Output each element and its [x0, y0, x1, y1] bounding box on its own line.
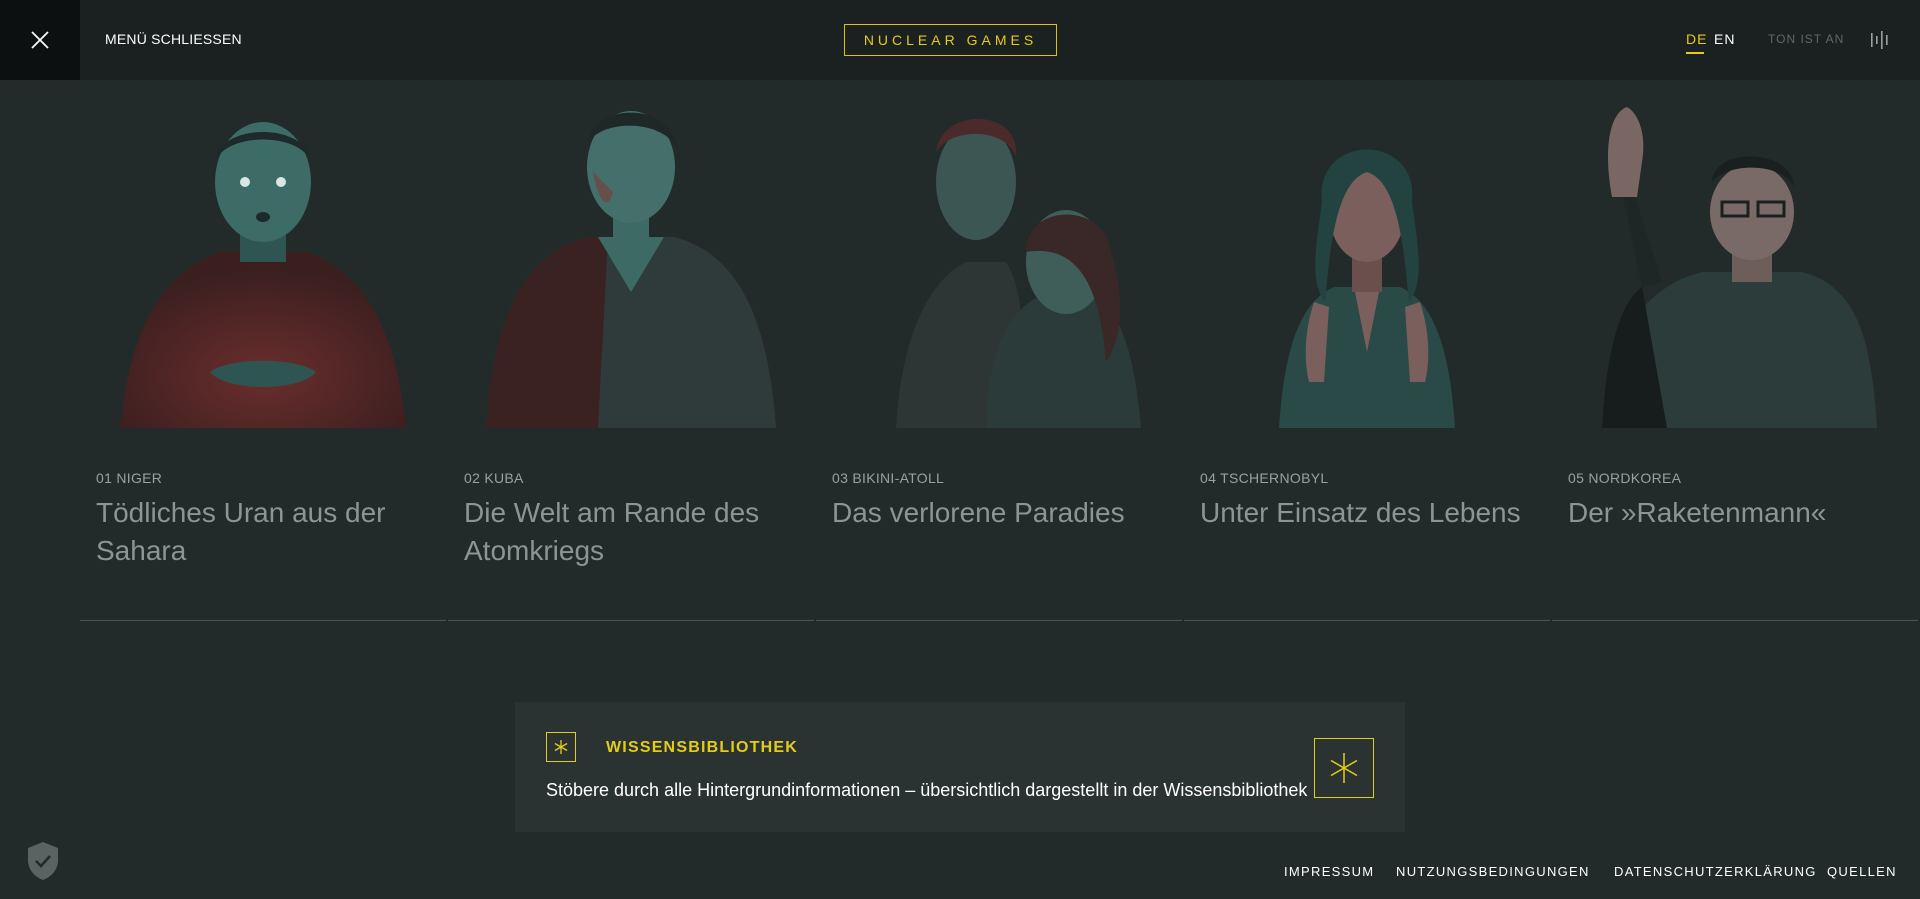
- chapter-number: 05 NORDKOREA: [1568, 470, 1682, 486]
- chapter-card-nordkorea[interactable]: 05 NORDKOREA Der »Raketenmann«: [1552, 80, 1918, 621]
- sound-bars-icon[interactable]: [1870, 31, 1890, 49]
- chapter-portrait-kuba: [486, 111, 776, 428]
- chapter-number: 03 BIKINI-ATOLL: [832, 470, 945, 486]
- footer-link-datenschutz[interactable]: DATENSCHUTZERKLÄRUNG: [1614, 864, 1817, 879]
- chapter-list: 01 NIGER Tödliches Uran aus der Sahara 0…: [80, 80, 1920, 621]
- knowledge-library-card[interactable]: WISSENSBIBLIOTHEK Stöbere durch alle Hin…: [515, 702, 1405, 832]
- library-title: WISSENSBIBLIOTHEK: [606, 739, 798, 756]
- shield-check-icon[interactable]: [25, 840, 61, 882]
- chapter-card-bikini-atoll[interactable]: 03 BIKINI-ATOLL Das verlorene Paradies: [816, 80, 1182, 621]
- chapter-portrait-tschernobyl: [1279, 149, 1455, 428]
- close-menu-button[interactable]: [0, 0, 80, 80]
- chapter-portrait-bikini-atoll: [896, 118, 1141, 428]
- sound-toggle-label[interactable]: TON IST AN: [1768, 32, 1844, 46]
- chapter-title: Tödliches Uran aus der Sahara: [96, 497, 386, 566]
- chapter-title: Der »Raketenmann«: [1568, 497, 1827, 528]
- chapter-portrait-nordkorea: [1602, 107, 1877, 428]
- chapter-number: 01 NIGER: [96, 470, 163, 486]
- asterisk-icon[interactable]: [1314, 738, 1374, 798]
- chapter-card-niger[interactable]: 01 NIGER Tödliches Uran aus der Sahara: [80, 80, 446, 621]
- chapter-number: 02 KUBA: [464, 470, 524, 486]
- top-bar: MENÜ SCHLIESSEN NUCLEAR GAMES DE EN TON …: [0, 0, 1920, 80]
- chapter-title: Unter Einsatz des Lebens: [1200, 497, 1521, 528]
- footer-link-quellen[interactable]: QUELLEN: [1827, 864, 1897, 879]
- asterisk-icon: [546, 732, 576, 762]
- logo[interactable]: NUCLEAR GAMES: [844, 24, 1057, 56]
- chapter-title: Die Welt am Rande des Atomkriegs: [464, 497, 760, 566]
- chapter-title: Das verlorene Paradies: [832, 497, 1125, 528]
- lang-en-button[interactable]: EN: [1714, 31, 1735, 47]
- lang-active-indicator: [1686, 52, 1704, 54]
- footer-link-impressum[interactable]: IMPRESSUM: [1284, 864, 1374, 879]
- footer-link-nutzungsbedingungen[interactable]: NUTZUNGSBEDINGUNGEN: [1396, 864, 1590, 879]
- chapter-portrait-niger: [120, 122, 406, 428]
- lang-de-button[interactable]: DE: [1686, 31, 1707, 47]
- chapter-card-tschernobyl[interactable]: 04 TSCHERNOBYL Unter Einsatz des Lebens: [1184, 80, 1550, 621]
- close-menu-label[interactable]: MENÜ SCHLIESSEN: [105, 31, 242, 47]
- library-description: Stöbere durch alle Hintergrundinformatio…: [546, 780, 1308, 800]
- chapter-card-kuba[interactable]: 02 KUBA Die Welt am Rande des Atomkriegs: [448, 80, 814, 621]
- chapter-number: 04 TSCHERNOBYL: [1200, 470, 1329, 486]
- close-icon: [31, 31, 49, 49]
